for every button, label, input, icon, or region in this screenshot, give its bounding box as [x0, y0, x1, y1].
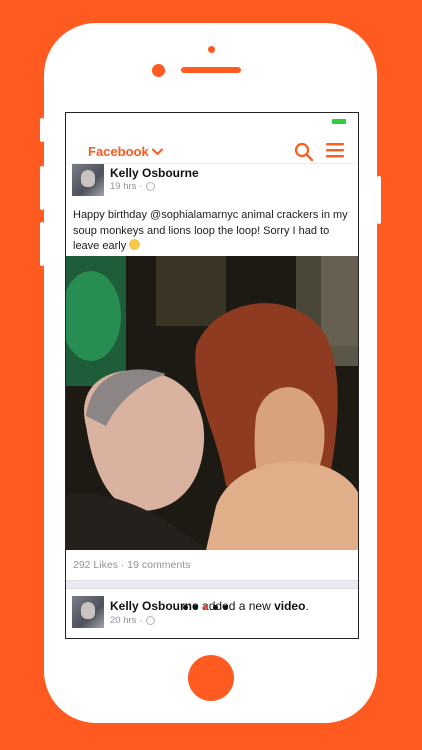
phone-camera — [152, 64, 165, 77]
post2-object[interactable]: video — [274, 599, 305, 613]
globe-icon — [145, 616, 155, 625]
post-text: Happy birthday @sophialamarnyc animal cr… — [66, 206, 358, 256]
post-time[interactable]: 19 hrs — [110, 181, 136, 192]
loading-dots — [183, 605, 228, 610]
smiley-emoji-icon — [129, 239, 141, 250]
battery-icon — [332, 119, 346, 124]
chevron-down-icon — [151, 148, 163, 155]
post2-meta-separator: · — [139, 615, 143, 626]
avatar-2[interactable] — [72, 596, 104, 628]
loading-dot — [223, 605, 228, 610]
post-meta: 19 hrs · — [110, 181, 155, 192]
loading-dot — [183, 605, 188, 610]
post-photo[interactable] — [66, 256, 358, 550]
post-header-2: Kelly Osbourne added a new video. 20 hrs… — [66, 589, 358, 638]
post-body: Happy birthday @sophialamarnyc animal cr… — [73, 209, 348, 252]
post2-time[interactable]: 20 hrs — [110, 615, 136, 626]
comments-count[interactable]: 19 comments — [127, 559, 190, 571]
home-button[interactable] — [188, 655, 234, 701]
search-icon[interactable] — [294, 142, 314, 162]
post-author[interactable]: Kelly Osbourne — [110, 166, 199, 180]
feed-separator — [66, 580, 358, 589]
loading-dot — [203, 605, 208, 610]
meta-separator: · — [139, 181, 143, 192]
top-nav-bar: Facebook — [66, 129, 358, 164]
post-photo-image — [66, 256, 358, 550]
app-title-dropdown[interactable]: Facebook — [88, 144, 163, 159]
globe-icon — [145, 182, 155, 191]
phone-side-button-left-3 — [40, 222, 44, 266]
hamburger-menu-icon[interactable] — [326, 142, 344, 158]
post-stats: 292 Likes · 19 comments — [66, 550, 358, 580]
phone-side-button-left-2 — [40, 166, 44, 210]
phone-side-button-right — [377, 176, 381, 224]
loading-dot — [213, 605, 218, 610]
phone-side-button-left — [40, 118, 44, 142]
app-screen: Facebook Kelly Osbourne 19 hrs · Happy b… — [65, 112, 359, 639]
likes-count[interactable]: 292 Likes — [73, 559, 118, 571]
phone-speaker — [181, 67, 241, 73]
post-header: Kelly Osbourne 19 hrs · — [66, 164, 358, 206]
post2-meta: 20 hrs · — [110, 615, 155, 626]
status-bar — [66, 113, 358, 129]
app-title: Facebook — [88, 144, 149, 159]
stats-separator: · — [120, 559, 125, 571]
phone-sensor — [208, 46, 215, 53]
loading-dot — [193, 605, 198, 610]
post2-end: . — [305, 599, 309, 613]
avatar[interactable] — [72, 164, 104, 196]
